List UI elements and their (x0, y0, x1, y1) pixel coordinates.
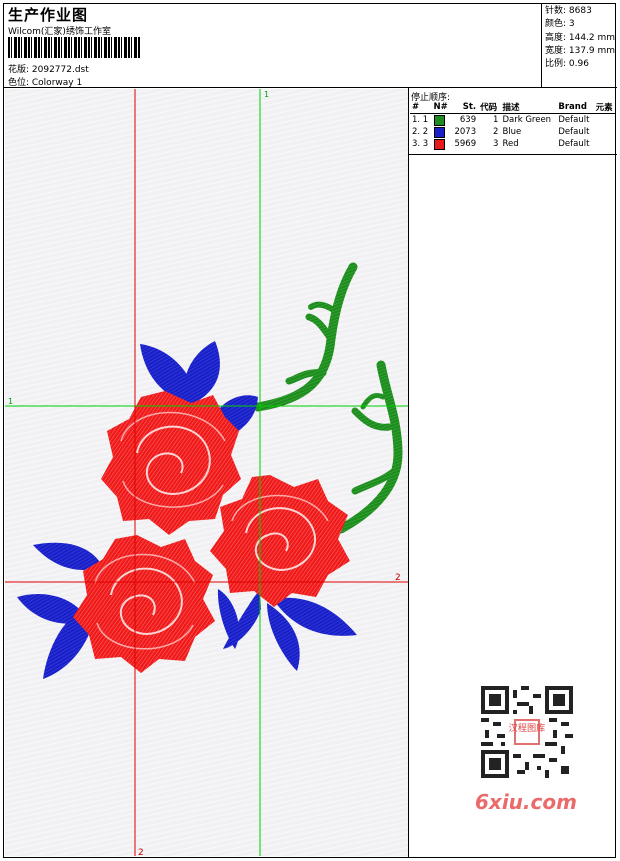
row-description: Red (502, 139, 519, 149)
col-stitches: St. (450, 101, 479, 114)
rose-right (210, 475, 350, 607)
embroidery-artwork: 1 1 2 2 (5, 89, 408, 856)
row-code: 2 (493, 127, 499, 137)
guide-label-v2: 2 (138, 848, 144, 856)
barcode (8, 37, 140, 58)
row-stitches: 2073 (454, 127, 477, 137)
sheet-title: 生产作业图 (8, 6, 89, 24)
color-swatch (433, 114, 445, 126)
row-stitches: 5969 (454, 139, 477, 149)
header-divider (3, 87, 617, 88)
row-code: 1 (493, 115, 499, 125)
col-code: 代码 (478, 101, 501, 114)
row-number: 3. 3 (412, 139, 429, 149)
design-height: 高度: 144.2 mm (545, 32, 616, 43)
col-needle: N# (431, 101, 451, 114)
row-brand: Default (558, 115, 590, 125)
site-watermark: 6xiu.com (475, 790, 577, 814)
row-number: 1. 1 (412, 115, 429, 125)
col-description: 描述 (500, 101, 557, 114)
colorway-label: 色位: Colorway 1 (8, 78, 83, 88)
guide-label-v1: 1 (264, 90, 269, 99)
color-swatch (433, 138, 445, 150)
design-scale: 比例: 0.96 (545, 59, 589, 70)
row-brand: Default (558, 127, 590, 137)
qr-code-icon: 汉程图库 (481, 686, 573, 778)
table-row: 2. 2 2073 2 Blue Default (410, 126, 616, 138)
col-brand: Brand (556, 101, 594, 114)
guide-label-h1: 1 (8, 397, 13, 406)
rose-left (73, 535, 215, 673)
table-header-row: # N# St. 代码 描述 Brand 元素 (410, 101, 616, 114)
design-width: 宽度: 137.9 mm (545, 45, 616, 56)
red-roses (73, 391, 350, 673)
guide-label-h2: 2 (395, 573, 401, 583)
stitch-count: 针数: 8683 (545, 6, 592, 16)
row-code: 3 (493, 139, 499, 149)
col-index: # (410, 101, 432, 114)
row-description: Dark Green (502, 115, 552, 125)
row-brand: Default (558, 139, 590, 149)
row-stitches: 639 (459, 115, 477, 125)
design-preview: 1 1 2 2 (5, 89, 408, 856)
row-number: 2. 2 (412, 127, 429, 137)
pane-divider (408, 88, 409, 858)
design-file-label: 花版: 2092772.dst (8, 65, 89, 75)
color-swatch (433, 126, 445, 138)
table-row: 3. 3 5969 3 Red Default (410, 138, 616, 150)
studio-name: Wilcom(汇家)绣饰工作室 (8, 27, 111, 37)
table-row: 1. 1 639 1 Dark Green Default (410, 114, 616, 127)
row-description: Blue (502, 127, 522, 137)
design-stats: 针数: 8683 颜色: 3 高度: 144.2 mm 宽度: 137.9 mm… (545, 5, 615, 71)
color-count: 颜色: 3 (545, 19, 575, 30)
qr-badge-text: 汉程图库 (509, 722, 546, 734)
sequence-divider (408, 154, 617, 155)
stats-divider (541, 3, 542, 88)
col-element: 元素 (593, 101, 616, 114)
rose-top (101, 391, 241, 535)
stop-sequence-table: # N# St. 代码 描述 Brand 元素 1. 1 639 1 Dark … (410, 101, 616, 150)
